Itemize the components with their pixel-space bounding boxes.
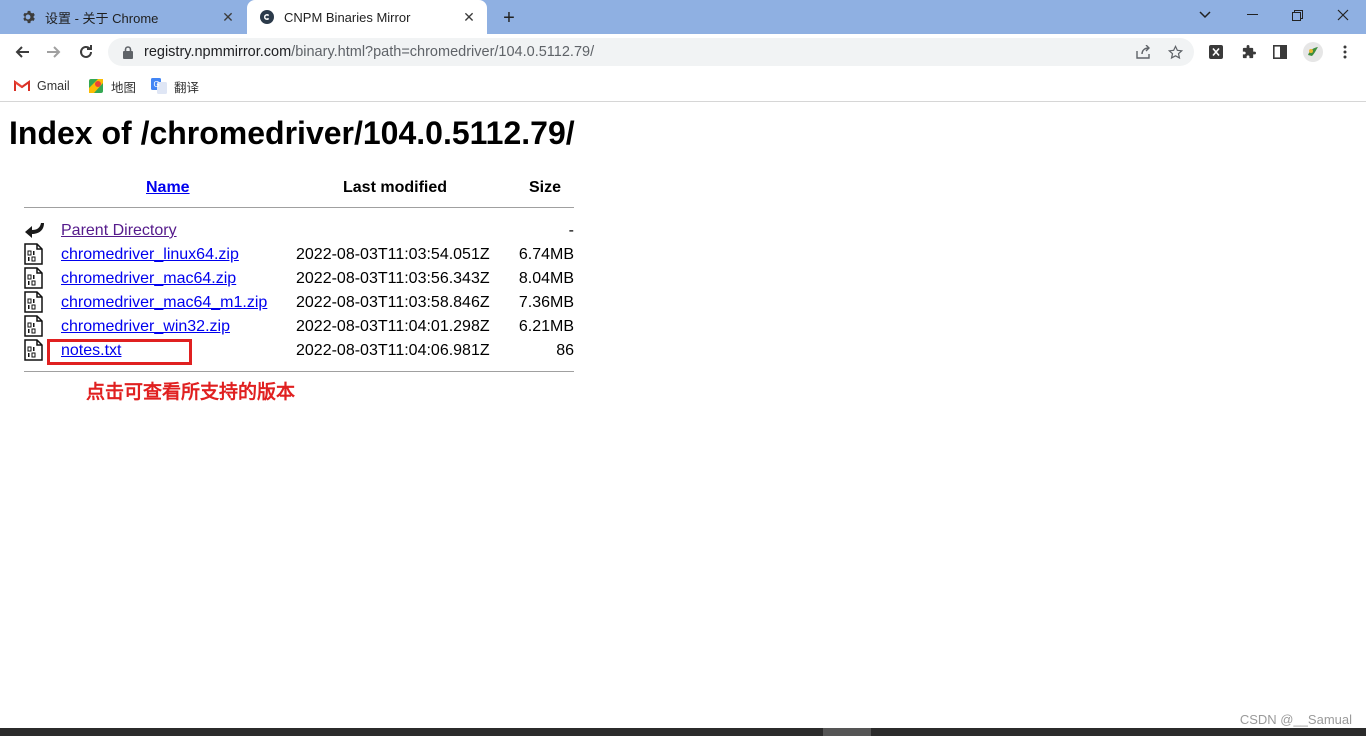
restore-button[interactable] [1283,4,1311,26]
file-size: 7.36MB [518,294,574,311]
file-name: chromedriver_mac64.zip [61,270,236,288]
bookmark-translate[interactable]: G 翻译 [151,76,199,96]
back-arrow-icon [24,219,44,241]
file-modified: 2022-08-03T11:03:58.846Z [296,294,490,311]
close-window-button[interactable] [1329,4,1357,26]
gear-icon [20,9,36,25]
tab-settings[interactable]: 设置 - 关于 Chrome ✕ [8,0,246,34]
svg-text:G: G [154,80,160,89]
page-content: Index of /chromedriver/104.0.5112.79/ Na… [0,103,1366,728]
close-icon[interactable]: ✕ [459,7,479,27]
address-bar[interactable]: registry.npmmirror.com/binary.html?path=… [108,38,1194,66]
watermark: CSDN @__Samual [1239,712,1352,727]
column-header-size: Size [529,179,562,196]
table-row: chromedriver_mac64.zip 2022-08-03T11:03:… [0,267,600,291]
bookmarks-bar: Gmail 地图 G 翻译 [0,70,1366,102]
file-name: chromedriver_mac64_m1.zip [61,294,267,312]
tab-strip: 设置 - 关于 Chrome ✕ CNPM Binaries Mirror ✕ … [0,0,1366,34]
url-host: registry.npmmirror.com [144,44,292,60]
file-modified: 2022-08-03T11:04:06.981Z [296,342,490,359]
file-size: 6.21MB [518,318,574,335]
bookmark-label: 翻译 [174,80,200,95]
taskbar-item[interactable] [823,728,871,736]
tab-title: CNPM Binaries Mirror [284,9,411,25]
file-modified: 2022-08-03T11:03:56.343Z [296,270,490,287]
table-row: Parent Directory - [0,219,600,243]
file-size: 86 [556,342,574,359]
lock-icon[interactable] [120,45,136,59]
table-row: chromedriver_win32.zip 2022-08-03T11:04:… [0,315,600,339]
tab-title: 设置 - 关于 Chrome [45,10,159,26]
file-link[interactable]: chromedriver_win32.zip [61,318,230,335]
header-divider [24,207,574,208]
taskbar [0,728,1366,736]
minimize-button[interactable] [1238,4,1266,26]
back-button[interactable] [8,38,36,66]
file-size: - [568,222,574,239]
profile-avatar[interactable] [1302,41,1324,63]
footer-divider [24,371,574,372]
file-link[interactable]: chromedriver_linux64.zip [61,246,239,263]
file-size: 8.04MB [518,270,574,287]
file-name: chromedriver_linux64.zip [61,246,239,264]
url-text: registry.npmmirror.com/binary.html?path=… [144,44,594,60]
bookmark-star-icon[interactable] [1164,42,1186,62]
bookmark-label: 地图 [111,80,137,95]
reload-button[interactable] [72,38,100,66]
url-path: /binary.html?path=chromedriver/104.0.511… [291,44,595,60]
side-panel-icon[interactable] [1269,41,1291,63]
highlight-box [47,339,192,365]
file-link[interactable]: chromedriver_mac64.zip [61,270,236,287]
table-row: chromedriver_mac64_m1.zip 2022-08-03T11:… [0,291,600,315]
binary-file-icon [24,339,44,361]
binary-file-icon [24,291,44,313]
binary-file-icon [24,267,44,289]
toolbar: registry.npmmirror.com/binary.html?path=… [0,34,1366,70]
share-icon[interactable] [1132,42,1154,62]
file-size: 6.74MB [518,246,574,263]
sort-by-name-link[interactable]: Name [146,179,190,196]
tab-cnpm[interactable]: CNPM Binaries Mirror ✕ [247,0,487,34]
excel-extension-icon[interactable] [1205,41,1227,63]
parent-directory-link[interactable]: Parent Directory [61,222,177,239]
forward-button[interactable] [40,38,68,66]
page-title: Index of /chromedriver/104.0.5112.79/ [9,115,575,151]
cnpm-logo-icon [259,9,275,25]
translate-icon: G [151,78,167,94]
column-header-modified: Last modified [343,179,448,196]
extensions-puzzle-icon[interactable] [1237,41,1259,63]
new-tab-button[interactable]: + [497,6,521,30]
maps-icon [88,78,104,94]
file-modified: 2022-08-03T11:03:54.051Z [296,246,490,263]
binary-file-icon [24,315,44,337]
bookmark-label: Gmail [37,79,70,93]
annotation-note: 点击可查看所支持的版本 [86,382,296,403]
more-menu-icon[interactable] [1334,41,1356,63]
bookmark-maps[interactable]: 地图 [88,76,136,96]
column-header-name[interactable]: Name [146,179,190,197]
bookmark-gmail[interactable]: Gmail [14,76,70,96]
binary-file-icon [24,243,44,265]
gmail-icon [14,78,30,94]
table-row: chromedriver_linux64.zip 2022-08-03T11:0… [0,243,600,267]
file-modified: 2022-08-03T11:04:01.298Z [296,318,490,335]
file-link[interactable]: chromedriver_mac64_m1.zip [61,294,267,311]
close-icon[interactable]: ✕ [218,7,238,27]
tab-search-chevron-icon[interactable] [1191,4,1219,26]
file-name: Parent Directory [61,222,177,240]
file-name: chromedriver_win32.zip [61,318,230,336]
